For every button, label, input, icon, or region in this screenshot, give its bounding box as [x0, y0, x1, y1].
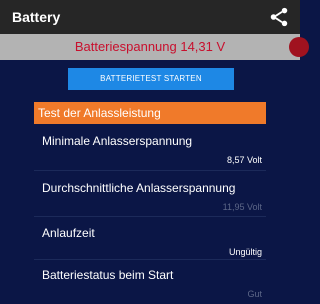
section-header: Test der Anlassleistung	[34, 102, 266, 124]
result-value: Ungültig	[228, 247, 262, 257]
result-row-startup-time: Anlaufzeit Ungültig	[34, 216, 266, 262]
result-label: Minimale Anlasserspannung	[42, 134, 193, 148]
section-title: Test der Anlassleistung	[38, 106, 161, 120]
result-row-min-voltage: Minimale Anlasserspannung 8,57 Volt	[34, 124, 266, 170]
result-value: 11,95 Volt	[222, 202, 262, 212]
result-row-battery-status: Batteriestatus beim Start Gut	[34, 258, 266, 304]
battery-voltage-text: Batteriespannung 14,31 V	[74, 39, 226, 54]
app-title: Battery	[12, 9, 61, 25]
result-value: Gut	[247, 289, 262, 299]
result-label: Batteriestatus beim Start	[42, 268, 174, 282]
share-icon[interactable]	[268, 6, 290, 28]
start-battery-test-button[interactable]: BATTERIETEST STARTEN	[68, 68, 234, 90]
indicator-dot	[289, 37, 309, 57]
app-bar: Battery	[0, 0, 300, 34]
battery-voltage-banner: Batteriespannung 14,31 V	[0, 34, 309, 60]
result-label: Anlaufzeit	[42, 226, 95, 240]
result-label: Durchschnittliche Anlasserspannung	[42, 181, 236, 195]
result-value: 8,57 Volt	[226, 155, 262, 165]
result-row-avg-voltage: Durchschnittliche Anlasserspannung 11,95…	[34, 171, 266, 217]
